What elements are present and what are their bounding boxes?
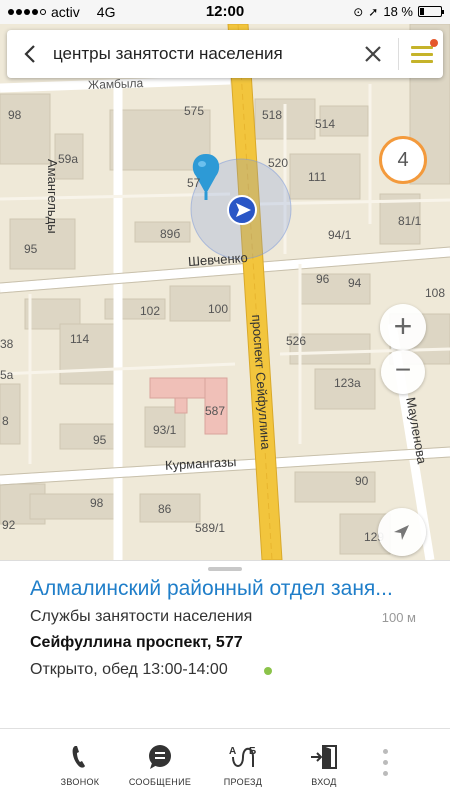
place-hours: Открыто, обед 13:00-14:00 — [30, 661, 228, 678]
building-number: 114 — [70, 332, 90, 346]
building-number: 100 — [208, 302, 229, 316]
search-divider — [398, 38, 399, 70]
building-number: 514 — [315, 117, 336, 131]
zoom-in-button[interactable]: + — [380, 304, 426, 350]
more-dot — [383, 760, 388, 765]
door-enter-icon — [311, 745, 337, 769]
building-number: 86 — [158, 502, 172, 516]
rotation-lock-icon: ⊙ — [353, 4, 364, 19]
status-bar: activ 4G 12:00 ⊙ ➚ 18 % — [0, 0, 450, 24]
phone-icon — [72, 746, 85, 768]
menu-icon-line — [411, 46, 433, 49]
action-bar: ЗВОНОК СООБЩЕНИЕ А Б ПРОЕЗД ВХОД — [0, 728, 450, 800]
building-number: 111 — [308, 170, 327, 184]
building-number: 123а — [334, 376, 361, 390]
building-number: 589/1 — [195, 521, 226, 535]
building-number: 518 — [262, 108, 283, 122]
building-number: 81/1 — [398, 214, 422, 228]
more-dot — [383, 749, 388, 754]
building-number: 102 — [140, 304, 161, 318]
building-number: 92 — [2, 518, 16, 532]
location-arrow-icon: ➚ — [368, 4, 379, 19]
my-location-button[interactable] — [378, 508, 426, 556]
message-icon — [149, 745, 171, 769]
navigation-arrow-icon — [394, 525, 409, 540]
building-number: 57 — [187, 176, 201, 190]
svg-text:А: А — [229, 746, 236, 757]
building-number: 90 — [355, 474, 369, 488]
more-dot — [383, 771, 388, 776]
building-number: 5а — [0, 368, 14, 382]
place-address: Сейфуллина проспект, 577 — [30, 634, 243, 651]
back-button[interactable] — [17, 40, 45, 68]
building-number: 94/1 — [328, 228, 352, 242]
battery-icon — [418, 6, 444, 17]
message-label: СООБЩЕНИЕ — [128, 777, 192, 787]
clear-search-button[interactable] — [359, 40, 387, 68]
screen: activ 4G 12:00 ⊙ ➚ 18 % Жамбыла Амангель… — [0, 0, 450, 800]
building-number: 96 — [316, 272, 330, 286]
chevron-left-icon — [24, 45, 35, 63]
route-icon: А Б — [229, 746, 256, 767]
map-canvas — [0, 24, 450, 560]
battery-fill — [420, 8, 424, 15]
street-label-amangeldy: Амангельды — [45, 159, 60, 234]
menu-icon-line — [411, 53, 433, 56]
battery-percent: 18 % — [383, 4, 413, 19]
entrance-label: ВХОД — [311, 777, 337, 787]
building-number: 575 — [184, 104, 205, 118]
building-number: 98 — [90, 496, 104, 510]
building-number: 587 — [205, 404, 226, 418]
place-title[interactable]: Алмалинский районный отдел заня... — [30, 577, 435, 601]
building-number: 94 — [348, 276, 362, 290]
more-options-button[interactable] — [382, 749, 390, 779]
building-number: 89б — [160, 227, 181, 241]
building-number: 520 — [268, 156, 289, 170]
drag-handle[interactable] — [208, 567, 242, 571]
building-number: 95 — [24, 242, 38, 256]
place-card[interactable]: Алмалинский районный отдел заня... Служб… — [0, 560, 450, 728]
route-button[interactable]: А Б ПРОЕЗД — [203, 743, 283, 787]
close-icon — [365, 46, 381, 62]
search-bar: центры занятости населения — [7, 30, 443, 78]
building-number: 98 — [8, 108, 22, 122]
entrance-button[interactable]: ВХОД — [284, 743, 364, 787]
place-distance: 100 м — [381, 610, 416, 625]
notification-dot — [430, 39, 438, 47]
building-number: 526 — [286, 334, 307, 348]
call-label: ЗВОНОК — [60, 777, 100, 787]
building-number: 8 — [2, 414, 9, 428]
street-label-zhambyla: Жамбыла — [87, 76, 144, 92]
search-input[interactable]: центры занятости населения — [53, 44, 283, 64]
menu-icon-line — [411, 60, 433, 63]
message-button[interactable]: СООБЩЕНИЕ — [120, 743, 200, 787]
place-category: Службы занятости населения — [30, 608, 253, 625]
result-cluster-badge[interactable]: 4 — [379, 136, 427, 184]
map-view[interactable]: Жамбыла Амангельды Шевченко Курмангазы п… — [0, 24, 450, 560]
route-label: ПРОЕЗД — [223, 777, 263, 787]
building-number: 38 — [0, 337, 14, 351]
building-number: 59а — [58, 152, 79, 166]
open-status-dot — [264, 667, 272, 675]
building-number: 108 — [425, 286, 446, 300]
building-number: 93/1 — [153, 423, 177, 437]
building-number: 95 — [93, 433, 107, 447]
zoom-out-button[interactable]: − — [381, 350, 425, 394]
menu-button[interactable] — [409, 39, 438, 66]
call-button[interactable]: ЗВОНОК — [40, 743, 120, 787]
